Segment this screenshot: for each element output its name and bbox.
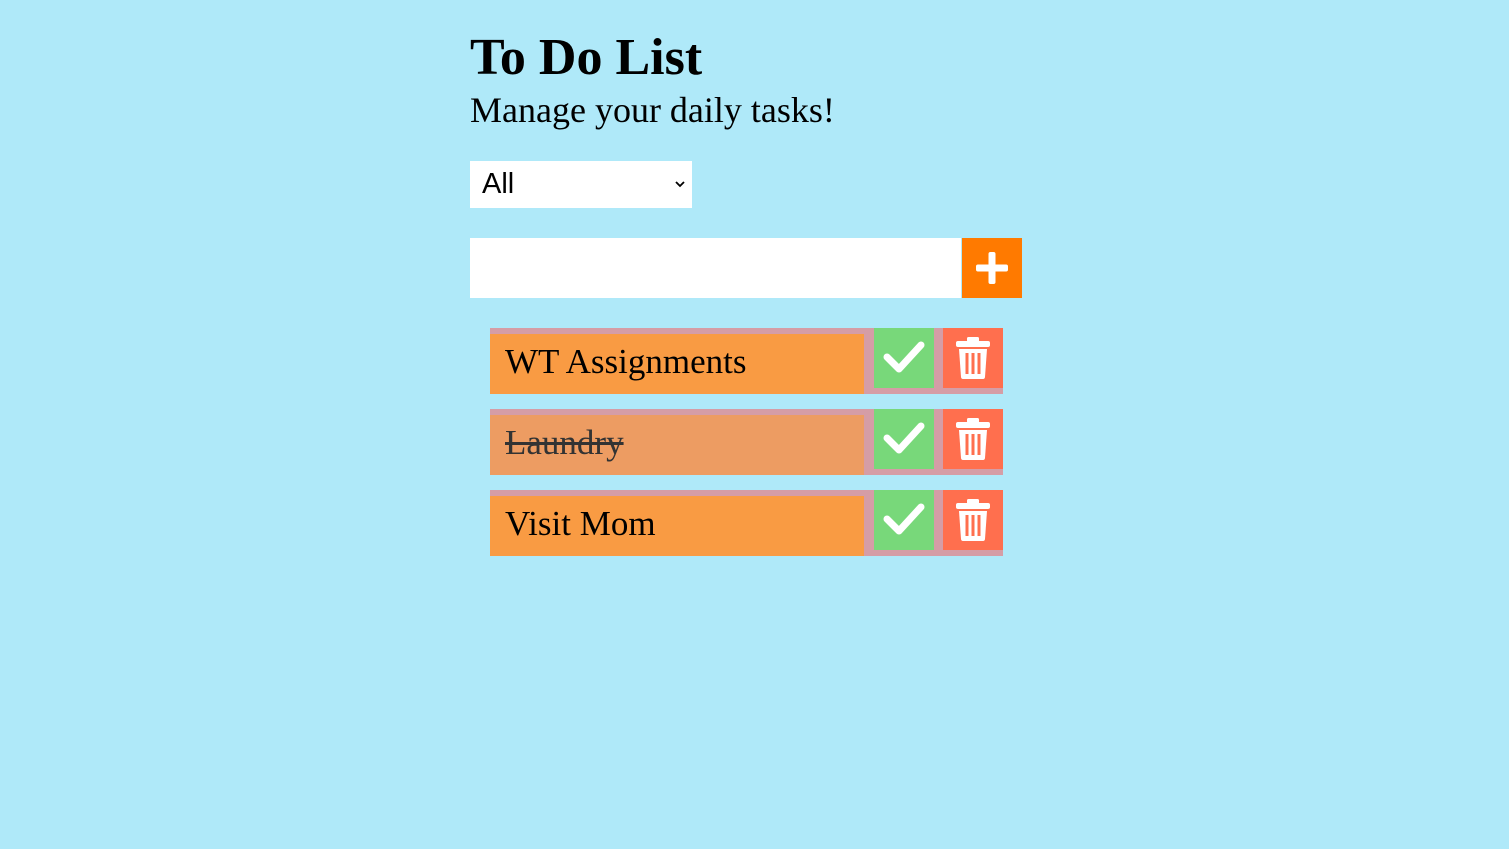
task-list: WT Assignments Laundry Visit Mom	[490, 328, 1003, 571]
task-item: Laundry	[490, 409, 1003, 475]
trash-icon	[956, 499, 990, 541]
plus-icon	[976, 252, 1008, 284]
check-icon	[883, 503, 925, 535]
page-title: To Do List	[470, 29, 703, 86]
task-text: Visit Mom	[490, 496, 864, 556]
filter-selected-value: All	[482, 168, 515, 200]
delete-task-button[interactable]	[943, 409, 1003, 469]
task-text: Laundry	[490, 415, 864, 475]
page-subtitle: Manage your daily tasks!	[470, 90, 835, 130]
complete-task-button[interactable]	[874, 328, 934, 388]
delete-task-button[interactable]	[943, 328, 1003, 388]
complete-task-button[interactable]	[874, 409, 934, 469]
new-task-input[interactable]	[470, 238, 961, 298]
filter-select[interactable]: All	[470, 161, 692, 208]
add-task-button[interactable]	[962, 238, 1022, 298]
task-item: Visit Mom	[490, 490, 1003, 556]
delete-task-button[interactable]	[943, 490, 1003, 550]
task-text: WT Assignments	[490, 334, 864, 394]
chevron-down-icon	[675, 181, 685, 188]
check-icon	[883, 341, 925, 373]
complete-task-button[interactable]	[874, 490, 934, 550]
todo-app: To Do List Manage your daily tasks! All …	[470, 28, 1030, 556]
add-task-row	[470, 238, 1022, 298]
trash-icon	[956, 418, 990, 460]
trash-icon	[956, 337, 990, 379]
check-icon	[883, 422, 925, 454]
task-item: WT Assignments	[490, 328, 1003, 394]
